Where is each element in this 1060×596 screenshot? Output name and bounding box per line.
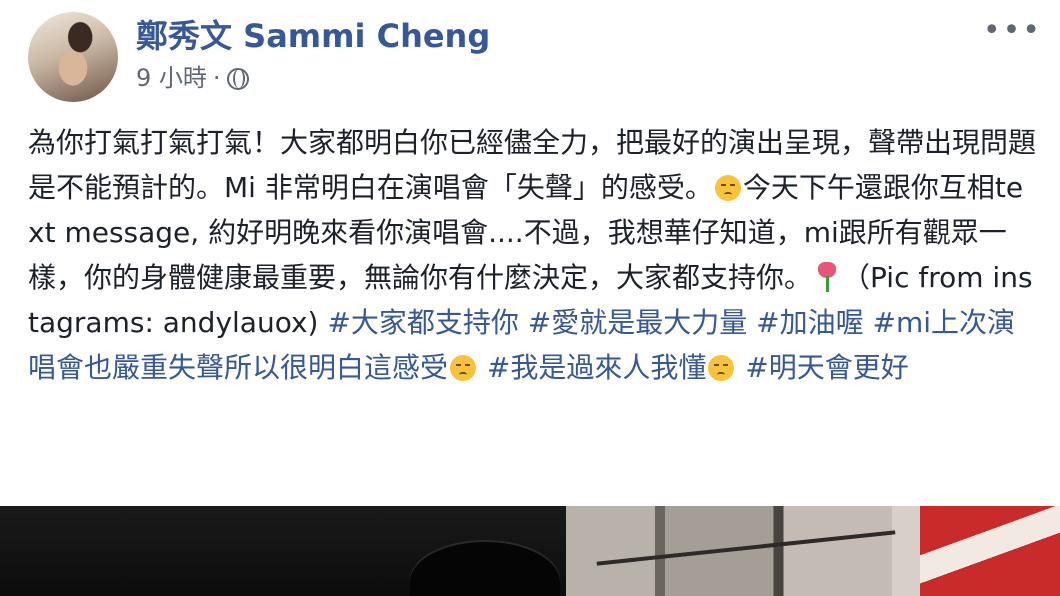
photo-detail: [596, 530, 896, 566]
photo-detail: [920, 506, 1060, 596]
post-photo[interactable]: [0, 506, 566, 596]
post-header: 鄭秀文 Sammi Cheng 9 小時 · •••: [0, 0, 1060, 110]
post-photo[interactable]: [566, 506, 1060, 596]
hashtag-link[interactable]: #明天會更好: [745, 351, 908, 384]
meta-separator: ·: [212, 64, 221, 92]
tulip-emoji-icon: [814, 262, 840, 292]
author-avatar[interactable]: [28, 12, 118, 102]
sad-face-emoji-icon: [714, 175, 741, 201]
hashtag-link[interactable]: #愛就是最大力量: [528, 306, 747, 339]
hashtag-link[interactable]: #加油喔: [756, 306, 863, 339]
author-name[interactable]: 鄭秀文 Sammi Cheng: [136, 14, 490, 58]
globe-icon[interactable]: [226, 68, 249, 90]
post-time[interactable]: 9 小時: [136, 64, 207, 92]
post-photos: [0, 506, 1060, 596]
more-options-button[interactable]: •••: [983, 16, 1042, 46]
photo-subject: [410, 542, 560, 596]
sad-face-emoji-icon: [708, 355, 735, 381]
hashtag-link[interactable]: #大家都支持你: [327, 306, 518, 339]
hashtag-link[interactable]: #我是過來人我懂: [487, 351, 706, 384]
post-meta: 9 小時 ·: [136, 62, 249, 94]
post-body: 為你打氣打氣打氣！大家都明白你已經儘全力，把最好的演出呈現，聲帶出現問題是不能預…: [28, 120, 1038, 390]
sad-face-emoji-icon: [450, 355, 477, 381]
